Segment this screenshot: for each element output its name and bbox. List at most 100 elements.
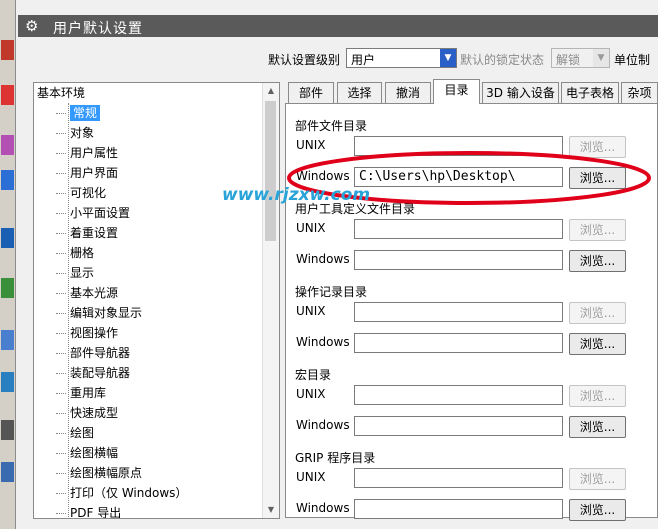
toolbar-icon-8[interactable] <box>1 372 14 392</box>
tree-item[interactable]: 部件导航器 <box>56 343 130 363</box>
lock-state-value: 解锁 <box>556 53 581 67</box>
tree-item-label: 基本光源 <box>70 286 119 300</box>
windows-path-field[interactable] <box>354 333 563 353</box>
unix-label: UNIX <box>296 221 326 235</box>
scroll-up-icon[interactable]: ▲ <box>263 83 279 99</box>
tab-3d-input[interactable]: 3D 输入设备 <box>482 82 559 103</box>
chevron-down-icon[interactable]: ▼ <box>593 49 609 67</box>
unix-browse-button[interactable]: 浏览... <box>569 468 626 490</box>
default-level-select[interactable]: 用户 ▼ <box>346 48 457 68</box>
toolbar-icon-5[interactable] <box>1 228 14 248</box>
toolbar-icon-7[interactable] <box>1 330 14 350</box>
tree-connector <box>56 313 66 314</box>
chevron-down-icon[interactable]: ▼ <box>440 49 456 67</box>
tree-item[interactable]: 小平面设置 <box>56 203 130 223</box>
unix-path-field[interactable] <box>354 385 563 405</box>
lock-state-label: 默认的锁定状态 <box>460 53 545 67</box>
unix-browse-button[interactable]: 浏览... <box>569 219 626 241</box>
tree-item-label: 绘图 <box>70 426 95 440</box>
tree-item-label: 重用库 <box>70 386 107 400</box>
tab-misc[interactable]: 杂项 <box>621 82 658 103</box>
tree-item-label: 着重设置 <box>70 226 119 240</box>
tree-item[interactable]: 用户属性 <box>56 143 118 163</box>
tab-part[interactable]: 部件 <box>288 82 334 103</box>
lock-state-select[interactable]: 解锁 ▼ <box>551 48 610 68</box>
tree-item[interactable]: 绘图 <box>56 423 94 443</box>
windows-path-field[interactable] <box>354 250 563 270</box>
tree-item-label: 绘图横幅原点 <box>70 466 143 480</box>
tree-connector <box>56 453 66 454</box>
tree-connector <box>56 253 66 254</box>
windows-browse-button[interactable]: 浏览... <box>569 333 626 355</box>
toolbar-icon-1[interactable] <box>1 40 14 60</box>
tree-item-label: 打印（仅 Windows） <box>70 486 188 500</box>
tree-connector <box>56 193 66 194</box>
windows-path-field[interactable] <box>354 416 563 436</box>
unix-browse-button[interactable]: 浏览... <box>569 302 626 324</box>
toolbar-icon-6[interactable] <box>1 278 14 298</box>
scroll-down-icon[interactable]: ▼ <box>263 502 279 518</box>
tree-item-label: 小平面设置 <box>70 206 131 220</box>
windows-browse-button[interactable]: 浏览... <box>569 499 626 521</box>
tree-item-label: 用户属性 <box>70 146 119 160</box>
tree-connector <box>56 393 66 394</box>
tree-connector <box>56 413 66 414</box>
tab-undo[interactable]: 撤消 <box>385 82 431 103</box>
tree-item[interactable]: 基本光源 <box>56 283 118 303</box>
tree-item-label: 常规 <box>70 105 101 121</box>
scrollbar-thumb[interactable] <box>265 101 276 241</box>
unix-path-field[interactable] <box>354 219 563 239</box>
gear-icon[interactable]: ⚙ <box>25 17 38 35</box>
tree-item[interactable]: PDF 导出 <box>56 503 121 518</box>
tree-connector <box>56 353 66 354</box>
left-toolbar <box>0 0 16 529</box>
settings-tree[interactable]: 基本环境 常规对象用户属性用户界面可视化小平面设置着重设置栅格显示基本光源编辑对… <box>33 82 280 519</box>
tab-spreadsheet[interactable]: 电子表格 <box>561 82 619 103</box>
windows-browse-button[interactable]: 浏览... <box>569 416 626 438</box>
tree-connector <box>56 153 66 154</box>
tree-item-label: 可视化 <box>70 186 107 200</box>
tree-scrollbar[interactable]: ▲ ▼ <box>262 83 279 518</box>
tree-item[interactable]: 着重设置 <box>56 223 118 243</box>
windows-path-field[interactable] <box>354 499 563 519</box>
tree-item[interactable]: 打印（仅 Windows） <box>56 483 187 503</box>
windows-label: Windows <box>296 501 350 515</box>
tree-item[interactable]: 编辑对象显示 <box>56 303 142 323</box>
tree-item-label: 编辑对象显示 <box>70 306 143 320</box>
unix-path-field[interactable] <box>354 302 563 322</box>
unix-path-field[interactable] <box>354 468 563 488</box>
tree-item[interactable]: 栅格 <box>56 243 94 263</box>
tree-item[interactable]: 重用库 <box>56 383 106 403</box>
tree-item[interactable]: 可视化 <box>56 183 106 203</box>
tree-item[interactable]: 绘图横幅原点 <box>56 463 142 483</box>
toolbar-icon-3[interactable] <box>1 135 14 155</box>
tree-item[interactable]: 绘图横幅 <box>56 443 118 463</box>
tab-directories[interactable]: 目录 <box>433 79 480 104</box>
tree-connector <box>56 213 66 214</box>
tree-item[interactable]: 对象 <box>56 123 94 143</box>
tree-item[interactable]: 快速成型 <box>56 403 118 423</box>
tree-item[interactable]: 显示 <box>56 263 94 283</box>
unix-label: UNIX <box>296 304 326 318</box>
tab-select[interactable]: 选择 <box>337 82 382 103</box>
tree-item[interactable]: 装配导航器 <box>56 363 130 383</box>
tree-connector <box>56 133 66 134</box>
tree-connector <box>56 233 66 234</box>
windows-browse-button[interactable]: 浏览... <box>569 250 626 272</box>
toolbar-icon-2[interactable] <box>1 85 14 105</box>
unix-browse-button[interactable]: 浏览... <box>569 385 626 407</box>
toolbar-icon-9[interactable] <box>1 420 14 440</box>
toolbar-icon-10[interactable] <box>1 462 14 482</box>
tree-item-label: 显示 <box>70 266 95 280</box>
tree-item-label: 栅格 <box>70 246 95 260</box>
units-label: 单位制 <box>614 53 651 67</box>
tree-connector <box>56 113 66 114</box>
tree-root-item[interactable]: 基本环境 <box>37 83 85 103</box>
tree-item[interactable]: 视图操作 <box>56 323 118 343</box>
unix-label: UNIX <box>296 387 326 401</box>
tree-item[interactable]: 常规 <box>56 103 101 123</box>
default-level-value: 用户 <box>351 53 376 67</box>
tree-connector <box>56 493 66 494</box>
tree-item[interactable]: 用户界面 <box>56 163 118 183</box>
toolbar-icon-4[interactable] <box>1 170 14 190</box>
